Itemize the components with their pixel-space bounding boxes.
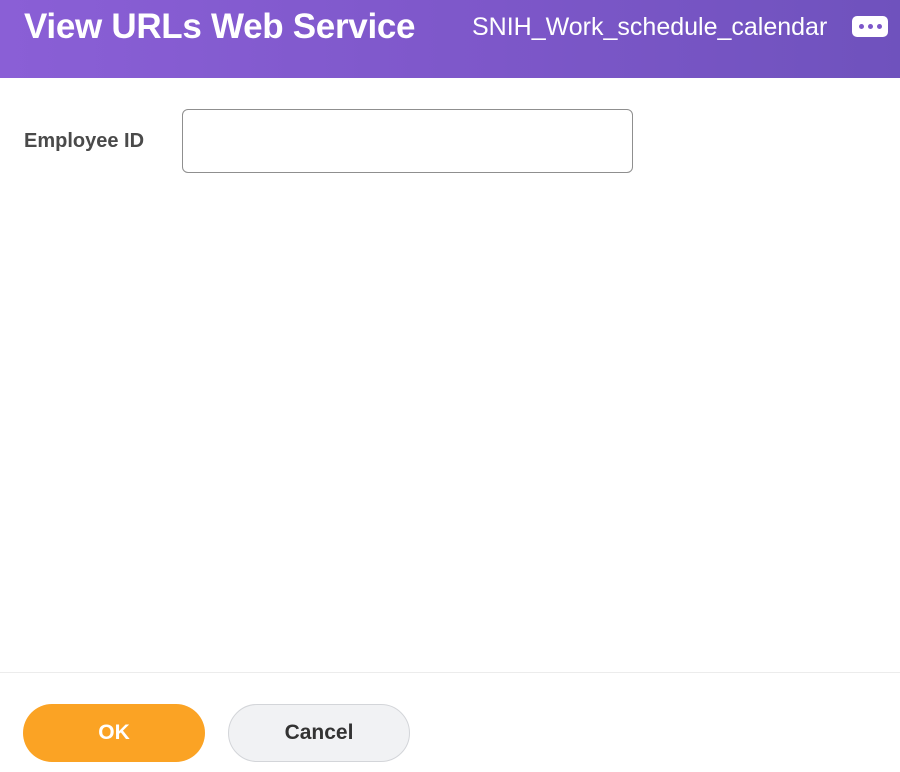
employee-id-input[interactable] <box>182 109 633 173</box>
ok-button[interactable]: OK <box>23 704 205 762</box>
page-header: View URLs Web Service SNIH_Work_schedule… <box>0 0 900 78</box>
ellipsis-icon <box>867 24 873 29</box>
action-footer: OK Cancel <box>0 672 900 772</box>
page-title: View URLs Web Service <box>24 7 416 46</box>
employee-id-row: Employee ID <box>24 109 633 173</box>
ellipsis-icon <box>876 24 882 29</box>
more-actions-button[interactable] <box>852 16 888 37</box>
ellipsis-icon <box>858 24 864 29</box>
related-object-name: SNIH_Work_schedule_calendar <box>472 13 828 41</box>
cancel-button[interactable]: Cancel <box>228 704 410 762</box>
employee-id-label: Employee ID <box>24 129 145 152</box>
